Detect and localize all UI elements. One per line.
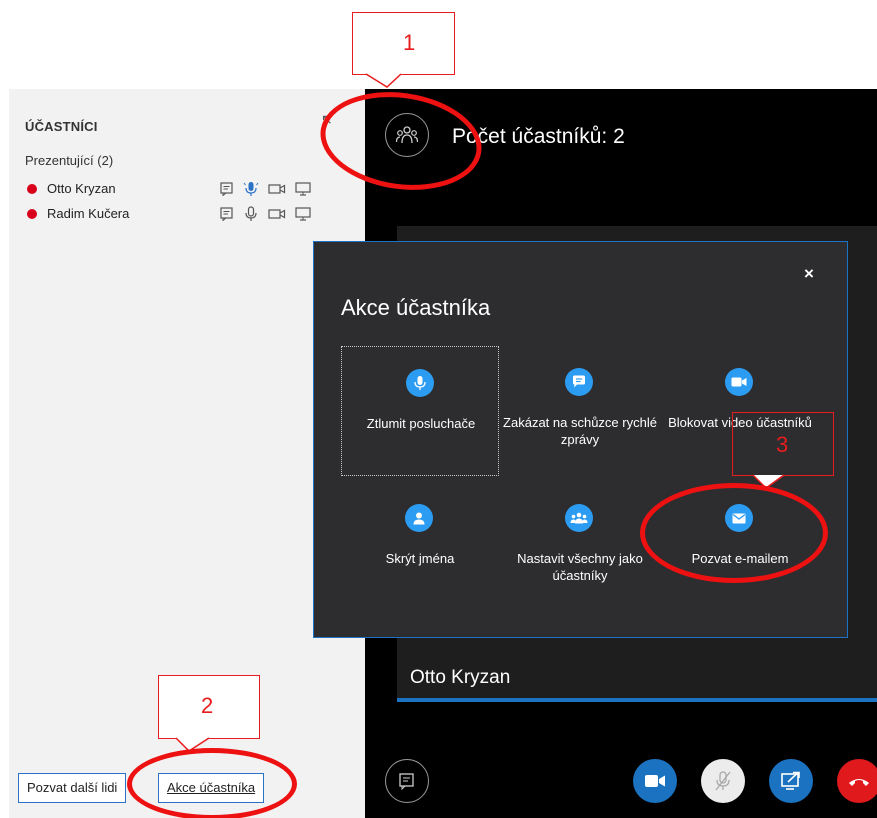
action-label: Ztlumit posluchače [366,416,476,431]
video-icon [268,184,286,194]
mic-active-icon [243,182,259,196]
hide-names-action[interactable]: Skrýt jména [341,482,499,612]
callout-tail-1 [365,73,402,88]
presenters-group-label: Prezentující (2) [25,153,114,168]
disable-im-action[interactable]: Zakázat na schůzce rychlé zprávy [501,346,659,476]
annotation-ellipse-2 [127,748,297,818]
mute-audience-action[interactable]: Ztlumit posluchače [341,346,499,476]
annotation-ellipse-3 [640,483,828,583]
video-icon [725,368,753,396]
screen-share-icon [295,207,311,221]
chat-icon [399,773,414,790]
video-icon [268,209,286,219]
share-content-button[interactable] [769,759,813,803]
action-label: Nastavit všechny jako účastníky [517,551,643,583]
person-icon [405,504,433,532]
callout-number-2: 2 [201,693,214,718]
mic-muted-icon [715,771,731,791]
meeting-screenshot: ÚČASTNÍCI ↖ Prezentující (2) Otto Kryzan… [0,0,877,818]
hangup-icon [849,779,869,786]
participant-row[interactable]: Radim Kučera [25,204,335,224]
video-toggle-button[interactable] [633,759,677,803]
chat-icon [565,368,593,396]
participant-status-icons [220,204,311,224]
video-icon [645,775,665,787]
action-label: Skrýt jména [385,551,455,566]
dialog-title: Akce účastníka [341,295,491,320]
speaking-indicator-bar [397,698,877,702]
chat-button[interactable] [385,759,429,803]
action-label: Zakázat na schůzce rychlé zprávy [503,415,657,447]
mic-icon [245,206,257,221]
presence-dot [27,184,37,194]
participants-title: ÚČASTNÍCI [25,119,98,134]
participant-row[interactable]: Otto Kryzan [25,179,335,199]
close-icon[interactable]: × [804,264,814,284]
chat-icon [220,207,233,221]
participant-status-icons [220,179,311,199]
group-icon [565,504,593,532]
make-everyone-attendees-action[interactable]: Nastavit všechny jako účastníky [501,482,659,612]
chat-icon [220,182,233,196]
microphone-icon [406,369,434,397]
share-screen-icon [781,771,800,790]
invite-more-people-button[interactable]: Pozvat další lidi [18,773,127,803]
hang-up-button[interactable] [837,759,877,803]
participant-name: Otto Kryzan [47,181,116,196]
callout-number-1: 1 [403,30,416,55]
participant-name: Radim Kučera [47,206,130,221]
video-participant-name: Otto Kryzan [410,667,511,688]
callout-number-3: 3 [776,432,789,457]
presence-dot [27,209,37,219]
mute-button[interactable] [701,759,745,803]
screen-share-icon [295,182,311,196]
